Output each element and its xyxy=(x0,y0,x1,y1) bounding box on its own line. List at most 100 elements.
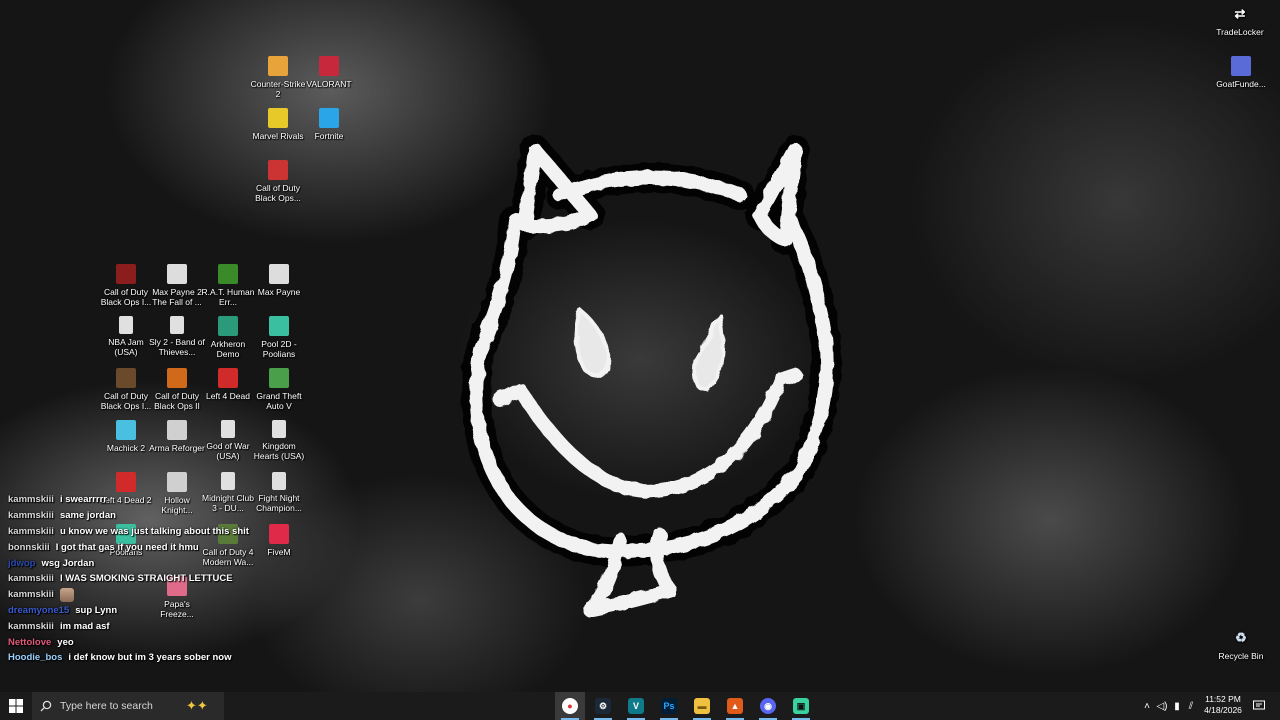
chat-text: sup Lynn xyxy=(75,604,118,616)
hollow-knight-icon xyxy=(167,472,187,492)
network-icon[interactable]: ⫽ xyxy=(1184,701,1198,712)
desktop-icon[interactable]: FiveM xyxy=(251,524,307,557)
chat-message: jdwop wsg Jordan xyxy=(8,555,249,571)
desktop-icon[interactable]: GoatFunde... xyxy=(1213,56,1269,89)
chat-username: kammskiii xyxy=(8,589,54,601)
taskbar-clock[interactable]: 11:52 PM 4/18/2026 xyxy=(1200,694,1246,716)
desktop-icon[interactable]: Left 4 Dead xyxy=(200,368,256,401)
desktop-icon[interactable]: Arma Reforger xyxy=(149,420,205,453)
microphone-icon[interactable]: ▮ xyxy=(1170,701,1184,712)
taskbar-app-brave[interactable]: ▲ xyxy=(720,692,750,720)
desktop-icon-label: Call of Duty Black Ops... xyxy=(255,183,301,203)
rat-icon xyxy=(218,264,238,284)
chat-username: kammskiii xyxy=(8,573,54,585)
desktop-icon-label: Call of Duty Black Ops I... xyxy=(100,391,152,411)
file-explorer-icon: ▬ xyxy=(694,698,710,714)
desktop-icon-label: Kingdom Hearts (USA) xyxy=(253,441,305,461)
chat-username: kammskiii xyxy=(8,510,54,522)
desktop-icon[interactable]: Call of Duty Black Ops... xyxy=(250,160,306,203)
chat-username: dreamyone15 xyxy=(8,604,70,616)
chat-text: wsg Jordan xyxy=(41,557,95,569)
taskbar-app-chrome[interactable]: ● xyxy=(555,692,585,720)
recycle-bin-icon: ♻ xyxy=(1235,630,1247,645)
desktop-icon-label: Machick 2 xyxy=(106,443,146,453)
chat-message: kammskiii xyxy=(8,587,249,603)
desktop-icon[interactable]: Marvel Rivals xyxy=(250,108,306,141)
desktop-icon[interactable]: Max Payne xyxy=(251,264,307,297)
desktop-icon[interactable]: Kingdom Hearts (USA) xyxy=(251,420,307,461)
search-input[interactable] xyxy=(58,699,182,713)
chat-text: im mad asf xyxy=(59,620,110,632)
taskbar-app-game-app[interactable]: ▣ xyxy=(786,692,816,720)
system-tray: ˄ ◁) ▮ ⫽ xyxy=(1140,692,1198,720)
chat-message: Hoodie_bos i def know but im 3 years sobe… xyxy=(8,650,249,666)
desktop-icon[interactable]: ♻ Recycle Bin xyxy=(1213,628,1269,661)
chat-text: i swearrrrr xyxy=(59,494,107,506)
chrome-icon: ● xyxy=(562,698,578,714)
desktop-icon[interactable]: Call of Duty Black Ops I... xyxy=(98,368,154,411)
chat-message: Nettolove yeo xyxy=(8,634,249,650)
desktop-icon[interactable]: God of War (USA) xyxy=(200,420,256,461)
file-icon xyxy=(272,420,286,438)
max-payne-icon xyxy=(269,264,289,284)
desktop-icon[interactable]: Fortnite xyxy=(301,108,357,141)
file-icon xyxy=(221,420,235,438)
chat-text: I WAS SMOKING STRAIGHT LETTUCE xyxy=(59,573,233,585)
chat-username: bonnskiii xyxy=(8,541,50,553)
desktop-icon[interactable]: R.A.T. Human Err... xyxy=(200,264,256,307)
desktop-icon[interactable]: Arkheron Demo xyxy=(200,316,256,359)
notification-center-button[interactable] xyxy=(1250,692,1268,720)
taskbar-app-file-explorer[interactable]: ▬ xyxy=(687,692,717,720)
call-of-duty-icon xyxy=(268,160,288,180)
desktop-icon-label: FiveM xyxy=(267,547,291,557)
taskbar-search[interactable]: ✦✦ xyxy=(32,692,224,720)
taskbar-app-discord[interactable]: ◉ xyxy=(753,692,783,720)
taskbar-app-vscode[interactable]: V xyxy=(621,692,651,720)
desktop-icon-label: Max Payne 2 The Fall of ... xyxy=(152,287,202,307)
volume-icon[interactable]: ◁) xyxy=(1154,701,1170,712)
desktop-icon[interactable]: Pool 2D - Poolians xyxy=(251,316,307,359)
arma-icon xyxy=(167,420,187,440)
game-app-icon: ▣ xyxy=(793,698,809,714)
desktop-icon[interactable]: VALORANT xyxy=(301,56,357,89)
desktop-icon-label: Pool 2D - Poolians xyxy=(261,339,297,359)
start-button[interactable] xyxy=(0,692,32,720)
chat-text: u know we was just talking about this sh… xyxy=(59,525,249,537)
fortnite-icon xyxy=(319,108,339,128)
desktop-icon-label: God of War (USA) xyxy=(206,441,250,461)
desktop-icon[interactable]: NBA Jam (USA) xyxy=(98,316,154,357)
taskbar-app-steam[interactable]: ⚙ xyxy=(588,692,618,720)
desktop-icon[interactable]: Grand Theft Auto V xyxy=(251,368,307,411)
chevron-up-icon[interactable]: ˄ xyxy=(1140,701,1154,712)
desktop-icon[interactable]: Call of Duty Black Ops I... xyxy=(98,264,154,307)
marvel-rivals-icon xyxy=(268,108,288,128)
desktop-icon-label: Arma Reforger xyxy=(149,443,205,453)
desktop-icon[interactable]: Fight Night Champion... xyxy=(251,472,307,513)
desktop-icon[interactable]: Counter-Strike 2 xyxy=(250,56,306,99)
taskbar-app-photoshop[interactable]: Ps xyxy=(654,692,684,720)
desktop-icon-label: Fortnite xyxy=(314,131,344,141)
windows-icon xyxy=(9,699,23,713)
goatfunded-icon xyxy=(1231,56,1251,76)
desktop-icon[interactable]: Call of Duty Black Ops II xyxy=(149,368,205,411)
file-icon xyxy=(119,316,133,334)
desktop-icon[interactable]: ⇄ TradeLocker xyxy=(1212,4,1268,37)
call-of-duty-icon xyxy=(167,368,187,388)
chat-message: kammskiii i swearrrrr xyxy=(8,492,249,508)
desktop-icon[interactable]: Machick 2 xyxy=(98,420,154,453)
desktop-icon[interactable]: Max Payne 2 The Fall of ... xyxy=(149,264,205,307)
pool-icon xyxy=(269,316,289,336)
valorant-icon xyxy=(319,56,339,76)
brave-icon: ▲ xyxy=(727,698,743,714)
call-of-duty-icon xyxy=(116,368,136,388)
chat-username: kammskiii xyxy=(8,525,54,537)
chat-username: Hoodie_bos xyxy=(8,652,63,664)
desktop-icon-label: Marvel Rivals xyxy=(252,131,304,141)
photoshop-icon: Ps xyxy=(661,698,677,714)
steam-icon: ⚙ xyxy=(595,698,611,714)
fivem-icon xyxy=(269,524,289,544)
counter-strike-icon xyxy=(268,56,288,76)
desktop-icon[interactable]: Sly 2 - Band of Thieves... xyxy=(149,316,205,357)
desktop-icon-label: Grand Theft Auto V xyxy=(256,391,302,411)
desktop-icon-label: NBA Jam (USA) xyxy=(108,337,144,357)
